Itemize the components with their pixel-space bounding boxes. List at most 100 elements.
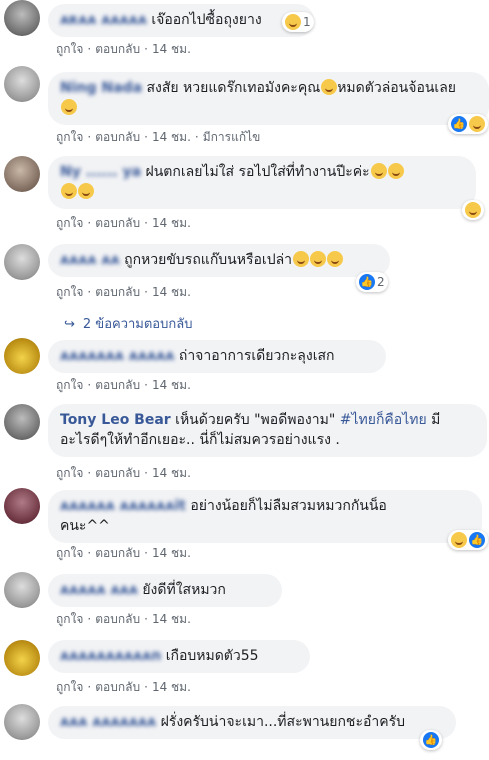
commenter-name[interactable]: ᴀᴀᴀᴀᴀᴀᴀ ᴀᴀᴀᴀᴀ [60, 348, 174, 364]
reply-link[interactable]: ตอบกลับ [95, 680, 140, 694]
comment-actions: ถูกใจ · ตอบกลับ · 14 ชม. [56, 216, 191, 230]
comment-bubble: ᴀʀᴀᴀ ᴀᴀᴀᴀᴀ เจ๊ออกไปซื้อถุงยาง [48, 4, 314, 37]
like-icon: 👍 [451, 116, 467, 132]
commenter-name[interactable]: Ny ...... ya [60, 164, 141, 180]
haha-icon [465, 202, 481, 218]
avatar[interactable] [4, 704, 40, 740]
timestamp[interactable]: 14 ชม. [152, 466, 191, 480]
timestamp[interactable]: 14 ชม. [152, 612, 191, 626]
like-icon: 👍 [469, 532, 485, 548]
comment-actions: ถูกใจ · ตอบกลับ · 14 ชม. [56, 680, 191, 694]
rofl-emoji-icon [293, 251, 310, 267]
reply-link[interactable]: ตอบกลับ [95, 130, 140, 144]
commenter-name[interactable]: ᴀᴀᴀᴀᴀᴀᴀᴀᴀᴀn [60, 648, 161, 664]
avatar[interactable] [4, 244, 40, 280]
reaction-summary[interactable] [462, 200, 484, 220]
timestamp[interactable]: 14 ชม. [152, 285, 191, 299]
avatar[interactable] [4, 404, 40, 440]
grimace-emoji-icon [78, 183, 94, 199]
comment-text: เกือบหมดตัว55 [165, 648, 259, 664]
timestamp[interactable]: 14 ชม. [152, 130, 191, 144]
reply-link[interactable]: ตอบกลับ [95, 42, 140, 56]
comment-text: สงสัย หวยแดร๊กเทอมังคะคุณ [146, 80, 321, 96]
laugh-emoji-icon [321, 79, 338, 95]
reply-link[interactable]: ตอบกลับ [95, 612, 140, 626]
comment-bubble: ᴀᴀᴀᴀᴀ ᴀᴀᴀ ยังดีที่ใสหมวก [48, 574, 282, 607]
commenter-name[interactable]: ᴀʀᴀᴀ ᴀᴀᴀᴀᴀ [60, 12, 147, 28]
reaction-count: 2 [377, 275, 385, 289]
comment-bubble: ᴀᴀᴀᴀᴀᴀᴀᴀᴀᴀn เกือบหมดตัว55 [48, 640, 310, 673]
avatar[interactable] [4, 156, 40, 192]
comment-text: ถูกหวยขับรถแก๊บนหรือเปล่า [124, 252, 293, 268]
like-link[interactable]: ถูกใจ [56, 612, 83, 626]
reply-link[interactable]: ตอบกลับ [95, 546, 140, 560]
comment-text-line2: คนะ^^ [60, 518, 110, 534]
edited-label[interactable]: มีการแก้ไข [203, 130, 261, 144]
comment-text-cont: มี [431, 412, 441, 428]
avatar[interactable] [4, 572, 40, 608]
like-link[interactable]: ถูกใจ [56, 42, 83, 56]
reaction-summary[interactable]: 👍 2 [356, 272, 388, 292]
comment-bubble: ᴀᴀᴀ ᴀᴀᴀᴀᴀᴀᴀ ฝรั่งครับน่าจะเมา...ที่สะพาน… [48, 706, 456, 739]
comment-text: ถ่าจาอาการเดียวกะลุงเสก [178, 348, 335, 364]
reply-link[interactable]: ตอบกลับ [95, 216, 140, 230]
comment-bubble: ᴀᴀᴀᴀᴀᴀᴀ ᴀᴀᴀᴀᴀ ถ่าจาอาการเดียวกะลุงเสก [48, 340, 386, 373]
commenter-name[interactable]: Tony Leo Bear [60, 412, 171, 428]
reply-link[interactable]: ตอบกลับ [95, 378, 140, 392]
comment-actions: ถูกใจ · ตอบกลับ · 14 ชม. [56, 546, 191, 560]
reaction-summary[interactable]: 1 [282, 12, 314, 32]
comment-bubble: Tony Leo Bear เห็นด้วยครับ "พอดีพองาม" #… [48, 404, 487, 457]
comment-actions: ถูกใจ · ตอบกลับ · 14 ชม. [56, 285, 191, 299]
comment-text: อย่างน้อยก็ไม่ลืมสวมหมวกกันน็อ [190, 498, 387, 514]
comment-text-cont: หมดตัวล่อนจ้อนเลย [337, 80, 456, 96]
grimace-emoji-icon [387, 163, 404, 179]
like-icon: 👍 [423, 732, 439, 748]
commenter-name[interactable]: ᴀᴀᴀᴀᴀ ᴀᴀᴀ [60, 582, 138, 598]
comment-text: ยังดีที่ใสหมวก [142, 582, 226, 598]
reaction-summary[interactable]: 👍 [448, 530, 488, 550]
commenter-name[interactable]: ᴀᴀᴀ ᴀᴀᴀᴀᴀᴀᴀ [60, 714, 156, 730]
like-link[interactable]: ถูกใจ [56, 285, 83, 299]
reaction-summary[interactable]: 👍 [420, 730, 442, 750]
like-link[interactable]: ถูกใจ [56, 680, 83, 694]
comment-bubble: ᴀᴀᴀᴀ ᴀᴀ ถูกหวยขับรถแก๊บนหรือเปล่า [48, 244, 390, 277]
rofl-emoji-icon [327, 251, 344, 267]
timestamp[interactable]: 14 ชม. [152, 378, 191, 392]
timestamp[interactable]: 14 ชม. [152, 216, 191, 230]
comment-actions: ถูกใจ · ตอบกลับ · 14 ชม. [56, 42, 191, 56]
commenter-name[interactable]: ᴀᴀᴀᴀᴀᴀ ᴀᴀᴀᴀᴀᴀit [60, 498, 186, 514]
timestamp[interactable]: 14 ชม. [152, 680, 191, 694]
timestamp[interactable]: 14 ชม. [152, 42, 191, 56]
hashtag-link[interactable]: #ไทยก็คือไทย [340, 412, 427, 428]
commenter-name[interactable]: Ning Nada [60, 80, 142, 96]
grimace-emoji-icon [370, 163, 387, 179]
comment-text: ฝนตกเลยไม่ใส่ รอไปใส่ที่ทำงานปีะค่ะ [145, 164, 370, 180]
rofl-emoji-icon [310, 251, 327, 267]
reply-link[interactable]: ตอบกลับ [95, 285, 140, 299]
comment-bubble: ᴀᴀᴀᴀᴀᴀ ᴀᴀᴀᴀᴀᴀit อย่างน้อยก็ไม่ลืมสวมหมวก… [48, 490, 482, 543]
view-replies-link[interactable]: ↪ 2 ข้อความตอบกลับ [64, 313, 192, 334]
like-link[interactable]: ถูกใจ [56, 546, 83, 560]
comment-bubble: Ning Nada สงสัย หวยแดร๊กเทอมังคะคุณ หมดตั… [48, 72, 489, 125]
commenter-name[interactable]: ᴀᴀᴀᴀ ᴀᴀ [60, 252, 120, 268]
comment-actions: ถูกใจ · ตอบกลับ · 14 ชม. [56, 378, 191, 392]
avatar[interactable] [4, 488, 40, 524]
comment-text: เจ๊ออกไปซื้อถุงยาง [151, 12, 262, 28]
reply-arrow-icon: ↪ [64, 317, 75, 332]
like-link[interactable]: ถูกใจ [56, 130, 83, 144]
haha-icon [469, 116, 485, 132]
avatar[interactable] [4, 338, 40, 374]
timestamp[interactable]: 14 ชม. [152, 546, 191, 560]
like-link[interactable]: ถูกใจ [56, 216, 83, 230]
reaction-summary[interactable]: 👍 [448, 114, 488, 134]
avatar[interactable] [4, 0, 40, 36]
reply-link[interactable]: ตอบกลับ [95, 466, 140, 480]
laugh-emoji-icon [61, 99, 77, 115]
like-link[interactable]: ถูกใจ [56, 466, 83, 480]
like-link[interactable]: ถูกใจ [56, 378, 83, 392]
avatar[interactable] [4, 66, 40, 102]
comment-actions: ถูกใจ · ตอบกลับ · 14 ชม. [56, 466, 191, 480]
like-icon: 👍 [359, 274, 375, 290]
avatar[interactable] [4, 640, 40, 676]
comment-text: เห็นด้วยครับ "พอดีพองาม" [175, 412, 336, 428]
